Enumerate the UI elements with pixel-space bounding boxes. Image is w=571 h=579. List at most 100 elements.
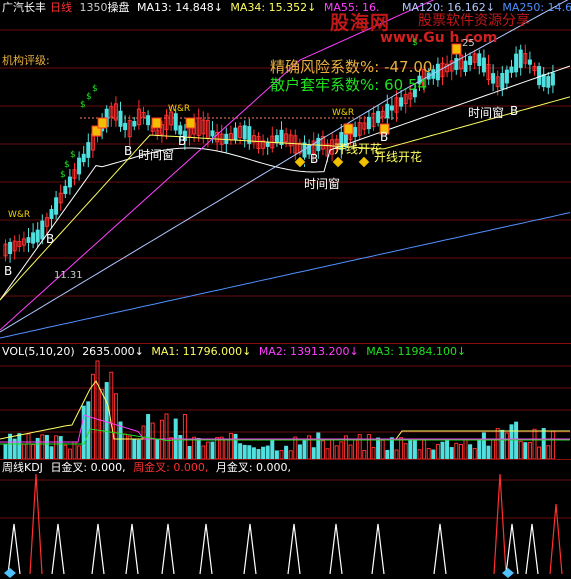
candle-body xyxy=(40,220,45,240)
volume-bar xyxy=(504,432,509,459)
volume-bar xyxy=(527,442,532,459)
kdj-spike xyxy=(161,523,175,575)
volume-bar xyxy=(325,448,330,459)
volume-bar xyxy=(472,448,477,459)
volume-bar xyxy=(123,433,128,459)
candle-body xyxy=(173,113,178,131)
volume-value: 2635.000↓ xyxy=(82,345,144,358)
trapped-value: 60.54 xyxy=(384,76,428,94)
low-price-label: 11.31 xyxy=(54,270,83,281)
price-chart-panel[interactable]: 广汽长丰 日线 1350操盘 MA13: 14.848↓ MA34: 15.352… xyxy=(0,0,571,344)
kdj-spike xyxy=(125,523,139,575)
candle-body xyxy=(86,142,91,158)
volume-bar xyxy=(100,389,105,459)
price-chart-canvas[interactable] xyxy=(0,0,571,343)
dollar-signal: $ xyxy=(92,84,98,94)
buy-signal-label: B xyxy=(178,134,187,148)
candle-body xyxy=(537,66,542,86)
volume-bar xyxy=(463,439,468,459)
volume-bar xyxy=(357,434,362,459)
dollar-signal: $ xyxy=(64,160,70,170)
buy-signal-label: B xyxy=(380,130,389,144)
volume-bar xyxy=(431,449,436,459)
kdj-panel[interactable]: 周线KDJ 日金叉: 0.000, 周金叉: 0.000, 月金叉: 0.000… xyxy=(0,460,571,579)
volume-bar xyxy=(376,437,381,459)
volume-bar xyxy=(113,393,118,459)
volume-canvas[interactable] xyxy=(0,344,571,459)
volume-title: VOL(5,10,20) xyxy=(2,345,75,358)
dollar-signal: $ xyxy=(60,170,66,180)
watermark-slogan: 股票软件资源分享 xyxy=(418,13,530,29)
volume-bar xyxy=(182,414,187,459)
buy-signal-label: B xyxy=(310,152,319,166)
volume-bar xyxy=(297,444,302,459)
candle-body xyxy=(123,122,128,131)
volume-bar xyxy=(477,438,482,459)
volume-bar xyxy=(54,435,59,459)
volume-bar xyxy=(532,428,537,459)
candle-body xyxy=(546,76,551,88)
volume-bar xyxy=(155,438,160,459)
dollar-signal: $ xyxy=(412,38,418,48)
volume-bar xyxy=(426,448,431,459)
volume-bar xyxy=(104,382,109,459)
candle-body xyxy=(389,105,394,111)
trapped-label: 散户套牢系数%: xyxy=(270,76,380,94)
stock-name[interactable]: 广汽长丰 xyxy=(2,1,46,14)
volume-bar xyxy=(537,446,542,459)
candle-body xyxy=(366,116,371,130)
volume-header: VOL(5,10,20) 2635.000↓ MA1: 11796.000↓ M… xyxy=(2,345,470,359)
volume-bar xyxy=(311,447,316,459)
candle-body xyxy=(491,73,496,84)
buy-signal-label: B xyxy=(510,104,519,118)
buy-signal-label: B xyxy=(46,232,55,246)
ma-open-label: 开线开花 xyxy=(374,150,423,164)
candle-body xyxy=(31,232,36,244)
ma34-value: MA34: 15.352↓ xyxy=(230,1,317,14)
time-window-label: 时间窗 xyxy=(138,148,175,162)
buy-signal-label: B xyxy=(124,144,133,158)
volume-bar xyxy=(403,443,408,459)
time-window-label: 时间窗 xyxy=(304,177,341,191)
kdj-spike xyxy=(525,523,539,575)
volume-bar xyxy=(205,441,210,459)
dollar-signal: $ xyxy=(70,150,76,160)
ma34-line xyxy=(0,96,571,301)
candle-body xyxy=(67,176,72,188)
kdj-spike xyxy=(433,523,447,575)
volume-bar xyxy=(118,421,123,459)
week-golden-cross: 周金叉: 0.000, xyxy=(133,461,209,474)
volume-bar xyxy=(541,428,546,459)
kdj-spike xyxy=(493,473,507,575)
volume-bar xyxy=(81,405,86,459)
volume-bar xyxy=(320,440,325,459)
volume-bar xyxy=(270,439,275,459)
time-window-label: 时间窗 xyxy=(468,106,505,120)
candle-body xyxy=(500,72,505,90)
period-label[interactable]: 日线 xyxy=(50,1,72,14)
volume-bar xyxy=(435,443,440,459)
volume-bar xyxy=(362,449,367,459)
volume-bar xyxy=(486,445,491,459)
volume-bar xyxy=(394,449,399,459)
volume-bar xyxy=(228,432,233,459)
candle-body xyxy=(26,237,31,243)
volume-panel[interactable]: VOL(5,10,20) 2635.000↓ MA1: 11796.000↓ M… xyxy=(0,344,571,460)
wr-signal-label: W&R xyxy=(332,108,355,118)
volume-bar xyxy=(284,445,289,459)
kdj-spike xyxy=(329,523,343,575)
kdj-spike xyxy=(371,523,385,575)
candle-body xyxy=(210,130,215,137)
kdj-spike xyxy=(29,473,43,575)
candle-body xyxy=(224,133,229,144)
candle-body xyxy=(481,57,486,73)
volume-bar xyxy=(523,442,528,459)
candle-body xyxy=(514,53,519,73)
candle-body xyxy=(178,125,183,135)
volume-bar xyxy=(224,439,229,459)
volume-bar xyxy=(366,434,371,459)
candle-body xyxy=(376,111,381,123)
volume-bar xyxy=(518,440,523,459)
candle-body xyxy=(265,141,270,147)
kdj-canvas[interactable] xyxy=(0,460,571,579)
